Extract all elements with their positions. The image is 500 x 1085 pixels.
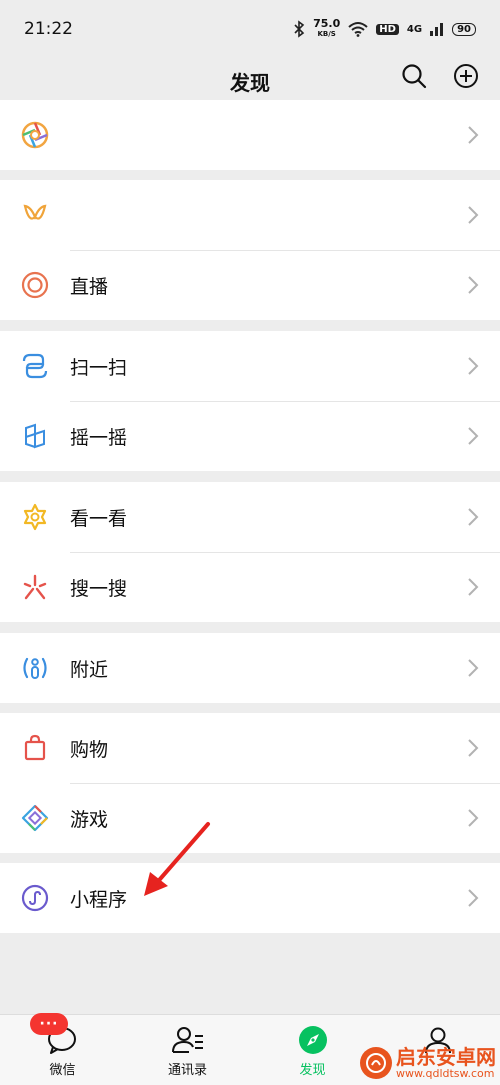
add-button[interactable]: [452, 62, 480, 90]
moments-icon: [20, 120, 50, 150]
chevron-right-icon: [468, 357, 479, 375]
contacts-icon: [171, 1025, 205, 1055]
top-stories-icon: [20, 502, 50, 532]
status-indicators: 75.0 KB/S HD 4G 90: [293, 18, 476, 39]
menu-item-label: 游戏: [70, 808, 109, 831]
menu-item-label: 购物: [70, 738, 109, 761]
group-shopping: 购物 游戏: [0, 713, 500, 853]
chevron-right-icon: [468, 659, 479, 677]
tab-label: 通讯录: [167, 1063, 207, 1078]
watermark: 启东安卓网 www.qdldtsw.com: [360, 1046, 496, 1080]
tab-contacts[interactable]: 通讯录: [125, 1015, 250, 1085]
games-icon: [20, 803, 50, 833]
search-icon: [402, 64, 427, 89]
network-speed: 75.0 KB/S: [313, 18, 340, 39]
menu-item-label: 附近: [70, 658, 109, 681]
tab-discover[interactable]: 发现: [250, 1015, 375, 1085]
bluetooth-icon: [294, 20, 305, 38]
group-channels: 直播: [0, 180, 500, 320]
menu-item-search[interactable]: 搜一搜: [0, 552, 500, 622]
menu-item-label: 直播: [70, 275, 109, 298]
menu-item-top-stories[interactable]: 看一看: [0, 482, 500, 552]
network-speed-unit: KB/S: [317, 30, 336, 38]
menu-item-channels[interactable]: [0, 180, 500, 250]
nav-bar: 发现: [0, 58, 500, 104]
menu-item-nearby[interactable]: 附近: [0, 633, 500, 703]
menu-item-live[interactable]: 直播: [0, 250, 500, 320]
menu-item-scan[interactable]: 扫一扫: [0, 331, 500, 401]
tab-chats[interactable]: ··· 微信: [0, 1013, 125, 1085]
watermark-url: www.qdldtsw.com: [396, 1067, 495, 1080]
group-nearby: 附近: [0, 633, 500, 703]
chevron-right-icon: [468, 889, 479, 907]
scan-icon: [20, 351, 50, 381]
shake-icon: [20, 421, 50, 451]
group-mini-programs: 小程序: [0, 863, 500, 933]
menu-item-shopping[interactable]: 购物: [0, 713, 500, 783]
chevron-right-icon: [468, 276, 479, 294]
signal-icon: [430, 23, 444, 36]
search-button[interactable]: [400, 62, 428, 90]
compass-icon: [296, 1025, 330, 1055]
wifi-icon: [348, 22, 368, 37]
status-time: 21:22: [24, 19, 73, 39]
unread-badge: ···: [30, 1013, 68, 1035]
group-top-stories: 看一看 搜一搜: [0, 482, 500, 622]
channels-icon: [20, 200, 50, 230]
watermark-title: 启东安卓网: [396, 1045, 496, 1069]
nav-actions: [400, 62, 480, 90]
menu-item-moments[interactable]: [0, 100, 500, 170]
menu-item-label: 看一看: [70, 507, 128, 530]
menu-item-mini-programs[interactable]: 小程序: [0, 863, 500, 933]
watermark-text: 启东安卓网 www.qdldtsw.com: [396, 1046, 496, 1080]
chevron-right-icon: [468, 508, 479, 526]
tab-label: 发现: [299, 1063, 326, 1078]
shopping-bag-icon: [20, 733, 50, 763]
watermark-logo-icon: [360, 1047, 392, 1079]
battery-indicator: 90: [452, 22, 476, 36]
group-scan: 扫一扫 摇一摇: [0, 331, 500, 471]
chevron-right-icon: [468, 578, 479, 596]
wechat-search-icon: [20, 572, 50, 602]
group-moments: [0, 100, 500, 170]
menu-item-label: 搜一搜: [70, 577, 128, 600]
mini-program-icon: [20, 883, 50, 913]
live-icon: [20, 270, 50, 300]
menu-item-label: 小程序: [70, 888, 128, 911]
network-type: 4G: [406, 23, 423, 35]
status-bar: 21:22 75.0 KB/S HD 4G 90: [0, 0, 500, 58]
nearby-icon: [20, 653, 50, 683]
hd-indicator: HD: [376, 23, 399, 35]
chevron-right-icon: [468, 126, 479, 144]
chevron-right-icon: [468, 809, 479, 827]
chevron-right-icon: [468, 206, 479, 224]
menu-item-games[interactable]: 游戏: [0, 783, 500, 853]
annotation-arrow-icon: [144, 822, 210, 896]
menu-item-label: 扫一扫: [70, 356, 128, 379]
chevron-right-icon: [468, 427, 479, 445]
plus-circle-icon: [454, 64, 478, 88]
page-title: 发现: [230, 70, 270, 95]
tab-label: 微信: [49, 1063, 76, 1078]
menu-item-shake[interactable]: 摇一摇: [0, 401, 500, 471]
chevron-right-icon: [468, 739, 479, 757]
menu-item-label: 摇一摇: [70, 426, 128, 449]
